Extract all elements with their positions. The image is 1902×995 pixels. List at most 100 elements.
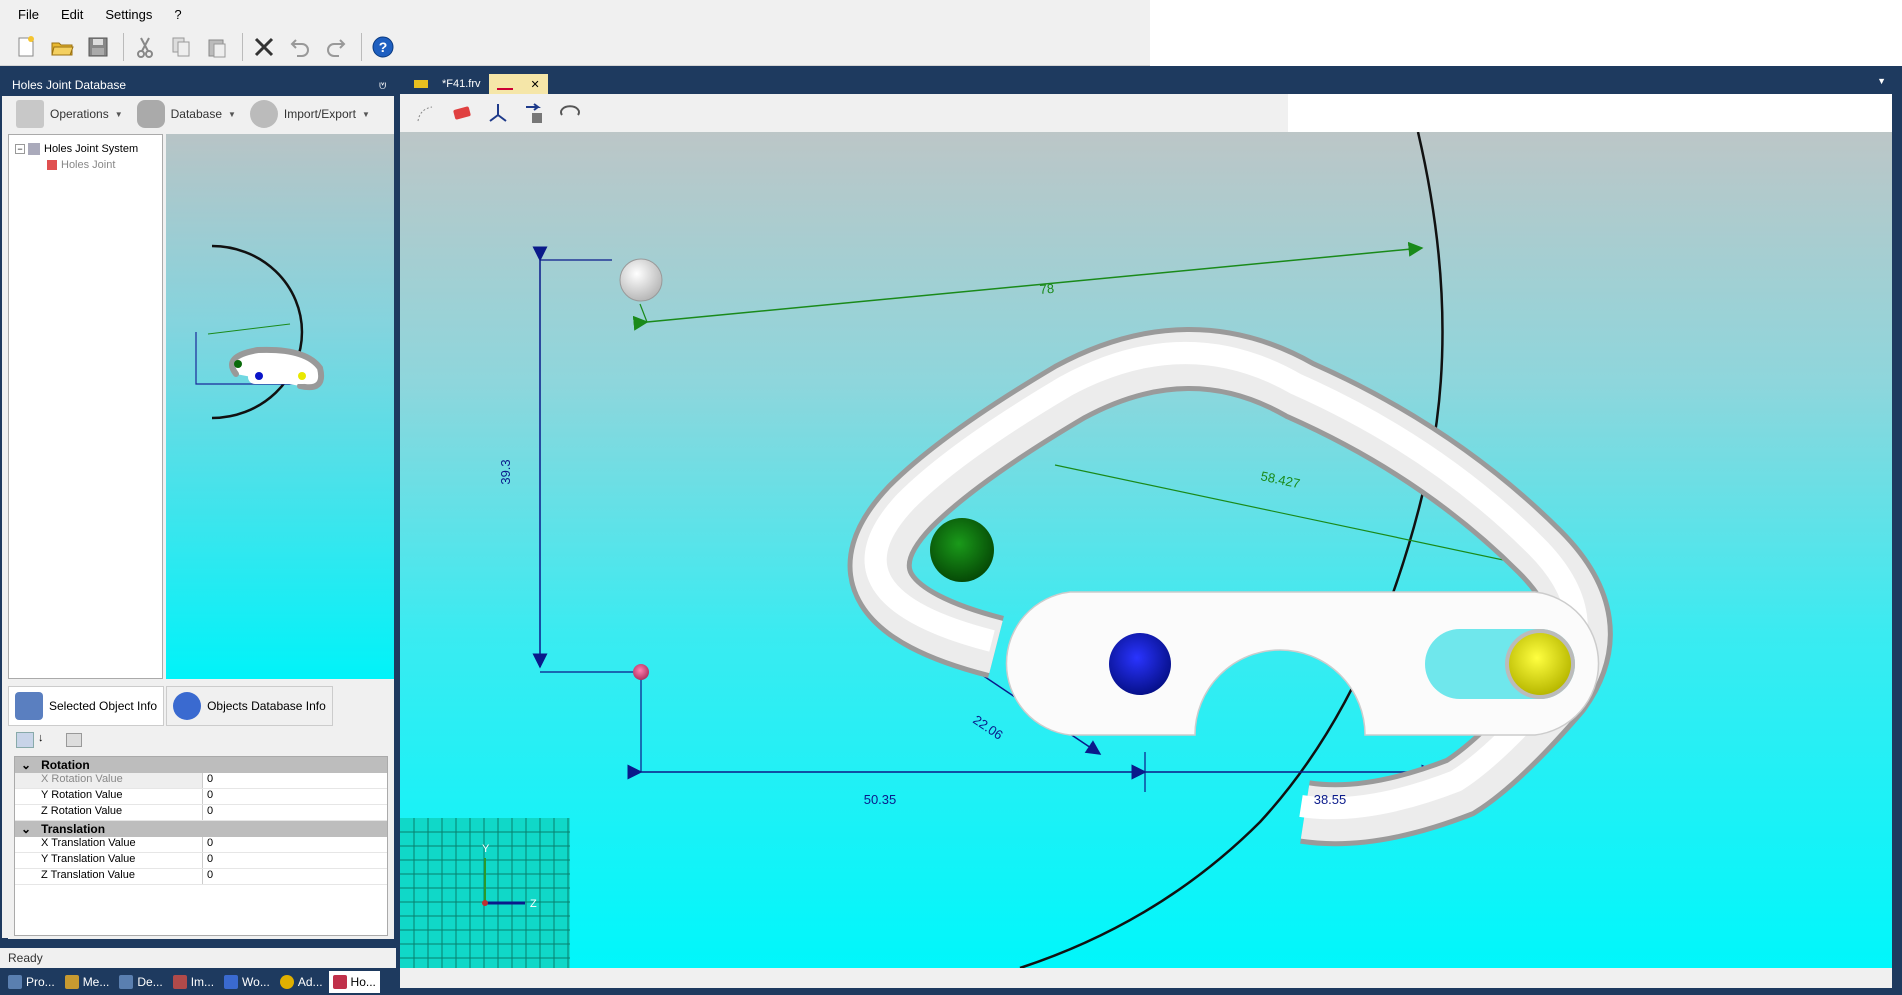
thumbnail-preview[interactable] <box>166 134 394 679</box>
axis-label-y: Y <box>482 843 490 855</box>
operations-button[interactable]: Operations ▼ <box>16 100 123 128</box>
collapse-icon[interactable]: − <box>15 144 25 154</box>
expand-icon[interactable]: ⌄ <box>21 822 31 836</box>
paste-icon[interactable] <box>201 32 233 62</box>
database-tree: − Holes Joint System Holes Joint <box>8 134 163 679</box>
tree-node-child[interactable]: Holes Joint <box>15 157 156 173</box>
import-export-icon <box>249 100 278 128</box>
pin-icon[interactable]: ⩅ <box>379 78 386 93</box>
tree-node-root[interactable]: − Holes Joint System <box>15 141 156 157</box>
chevron-down-icon: ▼ <box>114 109 123 119</box>
property-row[interactable]: Y Rotation Value 0 <box>15 789 387 805</box>
bottom-tab-label: Ad... <box>297 974 323 989</box>
close-icon[interactable]: ✕ <box>531 78 540 91</box>
holes-icon <box>332 974 347 989</box>
copy-icon[interactable] <box>165 32 197 62</box>
scene-drawing: 78 39.3 58.427 22.06 50.35 38.55 Y Z <box>400 132 1613 968</box>
category-translation[interactable]: ⌄ Translation <box>15 821 387 837</box>
status-bar: Ready <box>0 948 396 968</box>
tab-file-f41[interactable]: *F41.frv <box>406 74 489 94</box>
bottom-tab-holes[interactable]: Ho... <box>328 970 380 993</box>
dim-label-22: 22.06 <box>970 712 1005 743</box>
add-icon <box>279 974 294 989</box>
info-icon <box>173 692 202 720</box>
categorized-icon[interactable] <box>16 732 34 748</box>
bottom-tab[interactable]: De... <box>115 971 166 993</box>
bottom-tab[interactable]: Me... <box>61 971 114 993</box>
new-icon[interactable] <box>10 32 42 62</box>
import-icon[interactable] <box>518 98 550 128</box>
tab-file-label: *F41.frv <box>442 78 481 90</box>
property-pages-icon[interactable] <box>66 733 82 747</box>
property-value[interactable]: 0 <box>203 837 213 852</box>
3d-viewport[interactable]: 78 39.3 58.427 22.06 50.35 38.55 Y Z <box>400 132 1892 968</box>
properties-panel: Selected Object Info Objects Database In… <box>8 684 394 939</box>
bottom-tab-label: De... <box>137 974 163 989</box>
tab-objects-database-info[interactable]: Objects Database Info <box>166 686 333 726</box>
property-value[interactable]: 0 <box>203 789 213 804</box>
info-list-icon <box>15 692 43 720</box>
sort-alpha-icon[interactable]: ↓ <box>38 732 56 748</box>
cut-icon[interactable] <box>129 32 161 62</box>
dim-label-39: 39.3 <box>498 459 513 484</box>
document-tabs: *F41.frv ✕ ▼ <box>400 72 1902 94</box>
property-row[interactable]: X Rotation Value 0 <box>15 773 387 789</box>
ball-blue <box>1109 633 1171 695</box>
redo-icon[interactable] <box>320 32 352 62</box>
menu-edit[interactable]: Edit <box>61 7 83 22</box>
dim-label-78: 78 <box>1039 281 1055 297</box>
import-export-button[interactable]: Import/Export ▼ <box>249 100 370 128</box>
tab-db-label: Objects Database Info <box>207 699 326 713</box>
property-row[interactable]: Z Rotation Value 0 <box>15 805 387 821</box>
dim-green-leader <box>639 303 648 323</box>
axis-label-z: Z <box>530 898 537 910</box>
property-value[interactable]: 0 <box>203 773 213 788</box>
property-value[interactable]: 0 <box>203 805 213 820</box>
bottom-tab[interactable]: Pro... <box>4 971 59 993</box>
menu-settings[interactable]: Settings <box>105 7 152 22</box>
system-icon <box>28 143 40 155</box>
category-rotation[interactable]: ⌄ Rotation <box>15 757 387 773</box>
property-row[interactable]: X Translation Value 0 <box>15 837 387 853</box>
help-icon[interactable]: ? <box>367 32 399 62</box>
select-icon[interactable] <box>410 98 442 128</box>
undo-icon[interactable] <box>284 32 316 62</box>
property-value[interactable]: 0 <box>203 853 213 868</box>
ball-white <box>619 258 663 302</box>
tag-icon[interactable] <box>446 98 478 128</box>
property-value[interactable]: 0 <box>203 869 213 884</box>
delete-icon[interactable] <box>248 32 280 62</box>
property-row[interactable]: Y Translation Value 0 <box>15 853 387 869</box>
save-icon[interactable] <box>82 32 114 62</box>
bottom-tab[interactable]: Im... <box>169 971 218 993</box>
menu-file[interactable]: File <box>18 7 39 22</box>
ball-yellow-inner <box>1509 633 1571 695</box>
status-text: Ready <box>8 951 43 965</box>
import-icon <box>172 974 187 989</box>
tab-holes-joint-view[interactable]: ✕ <box>488 74 548 94</box>
tab-selected-object-info[interactable]: Selected Object Info <box>8 686 165 726</box>
ball-green <box>930 518 994 582</box>
property-key: Y Translation Value <box>15 853 203 868</box>
chevron-down-icon[interactable]: ▼ <box>1877 76 1886 86</box>
menu-bar: File Edit Settings ? <box>0 0 1150 28</box>
rotate-icon[interactable] <box>554 98 586 128</box>
axes-icon[interactable] <box>482 98 514 128</box>
menu-help[interactable]: ? <box>174 7 181 22</box>
expand-icon[interactable]: ⌄ <box>21 758 31 772</box>
tab-selected-label: Selected Object Info <box>49 699 158 713</box>
viewport-toolbar-blank <box>1288 94 1892 132</box>
tree-root-label: Holes Joint System <box>44 143 139 155</box>
bottom-tab[interactable]: Wo... <box>220 971 274 993</box>
svg-text:?: ? <box>379 39 388 55</box>
dim-label-38: 38.55 <box>1314 792 1347 807</box>
property-key: Z Translation Value <box>15 869 203 884</box>
properties-tabs: Selected Object Info Objects Database In… <box>8 684 394 728</box>
property-row[interactable]: Z Translation Value 0 <box>15 869 387 885</box>
workspace-icon <box>224 974 239 989</box>
bottom-tab[interactable]: Ad... <box>276 971 327 993</box>
holes-joint-database-panel: Holes Joint Database ⩅ Operations ▼ Data… <box>0 72 396 940</box>
database-button[interactable]: Database ▼ <box>136 100 236 128</box>
open-icon[interactable] <box>46 32 78 62</box>
property-key: Y Rotation Value <box>15 789 203 804</box>
